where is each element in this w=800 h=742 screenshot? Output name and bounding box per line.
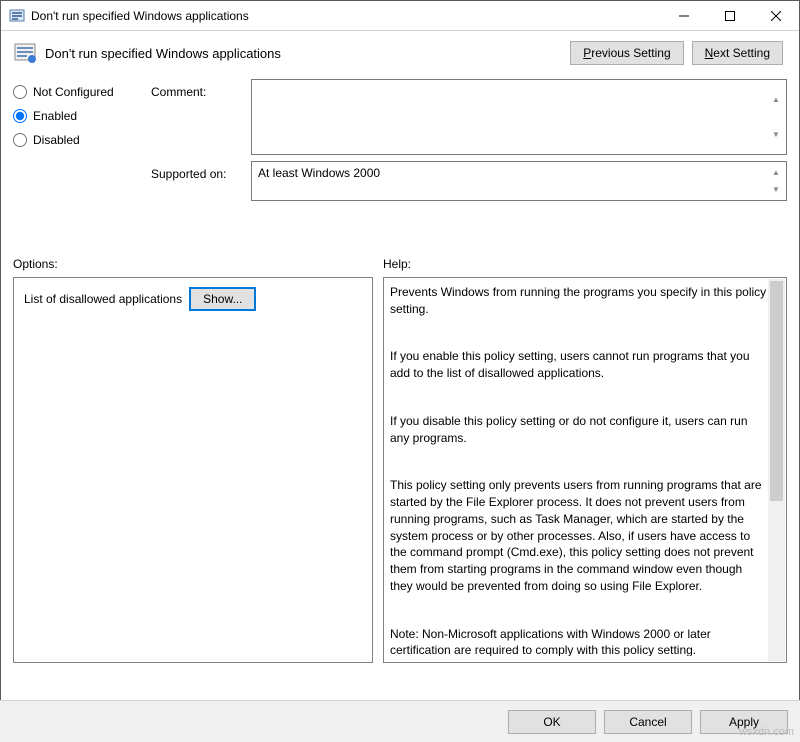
help-scrollbar[interactable] [768, 279, 785, 661]
state-radios: Not Configured Enabled Disabled [13, 79, 143, 231]
comment-label: Comment: [151, 85, 243, 149]
policy-name: Don't run specified Windows applications [45, 46, 570, 61]
supported-field: At least Windows 2000 ▲▼ [251, 161, 787, 201]
gpo-icon [9, 8, 25, 24]
supported-spinner[interactable]: ▲▼ [768, 164, 784, 198]
comment-spinner[interactable]: ▲▼ [768, 82, 784, 152]
cancel-button[interactable]: Cancel [604, 710, 692, 734]
window-title: Don't run specified Windows applications [31, 9, 661, 23]
next-setting-button[interactable]: Next Setting [692, 41, 783, 65]
titlebar: Don't run specified Windows applications [1, 1, 799, 31]
options-pane: List of disallowed applications Show... [13, 277, 373, 663]
ok-button[interactable]: OK [508, 710, 596, 734]
close-button[interactable] [753, 1, 799, 31]
previous-setting-button[interactable]: Previous Setting [570, 41, 683, 65]
scrollbar-thumb[interactable] [770, 281, 783, 501]
maximize-button[interactable] [707, 1, 753, 31]
help-pane: Prevents Windows from running the progra… [383, 277, 787, 663]
options-heading: Options: [13, 257, 383, 271]
policy-icon [13, 41, 37, 65]
policy-header: Don't run specified Windows applications… [1, 31, 799, 79]
radio-not-configured[interactable]: Not Configured [13, 85, 143, 99]
disallowed-list-label: List of disallowed applications [24, 292, 182, 306]
apply-button[interactable]: Apply [700, 710, 788, 734]
help-heading: Help: [383, 257, 411, 271]
help-text: Prevents Windows from running the progra… [390, 284, 768, 656]
minimize-button[interactable] [661, 1, 707, 31]
supported-label: Supported on: [151, 167, 243, 231]
radio-disabled[interactable]: Disabled [13, 133, 143, 147]
comment-input[interactable]: ▲▼ [251, 79, 787, 155]
dialog-footer: OK Cancel Apply [0, 700, 800, 742]
show-button[interactable]: Show... [190, 288, 255, 310]
radio-enabled[interactable]: Enabled [13, 109, 143, 123]
